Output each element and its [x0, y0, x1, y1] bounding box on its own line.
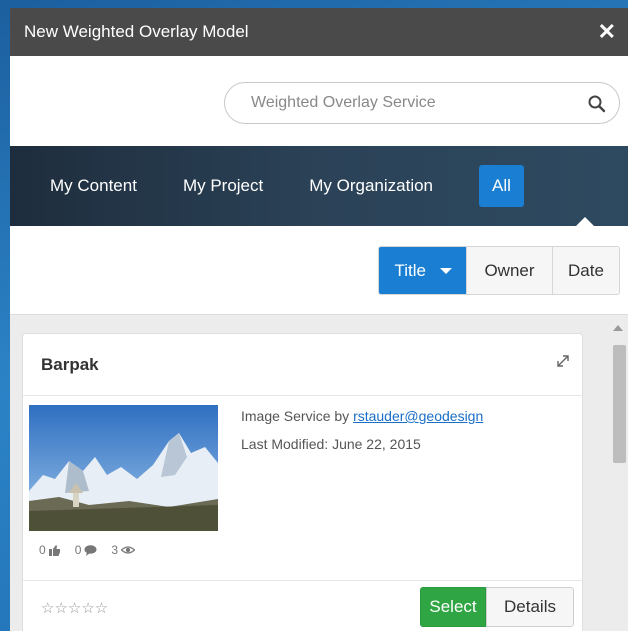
item-title: Barpak [41, 354, 99, 374]
expand-icon[interactable] [554, 352, 572, 370]
select-button[interactable]: Select [420, 587, 486, 627]
thumbs-up-icon [48, 544, 60, 556]
views-count: 3 [111, 543, 119, 557]
sort-title-button[interactable]: Title [378, 247, 466, 294]
eye-icon [121, 546, 136, 554]
item-type-line: Image Service by rstauder@geodesign [241, 408, 483, 424]
comments-count: 0 [74, 543, 82, 557]
list-item: Barpak Image Service by rstauder@geodesi… [22, 333, 583, 631]
active-tab-indicator [576, 217, 594, 226]
item-stats: 0 0 3 [39, 543, 149, 557]
close-icon[interactable]: ✕ [598, 21, 616, 43]
views-stat: 3 [111, 543, 136, 557]
content-scope-nav: My Content My Project My Organization Al… [10, 146, 628, 226]
tab-my-project[interactable]: My Project [183, 176, 263, 196]
card-header: Barpak [23, 334, 582, 396]
search-box[interactable] [224, 82, 620, 124]
chevron-down-icon[interactable] [440, 267, 452, 274]
sort-owner-button[interactable]: Owner [466, 247, 552, 294]
sort-button-group: Title Owner Date [377, 246, 620, 295]
details-button[interactable]: Details [486, 587, 574, 627]
likes-count: 0 [39, 543, 46, 557]
scroll-thumb[interactable] [613, 345, 626, 463]
dialog-titlebar: New Weighted Overlay Model ✕ [10, 8, 628, 56]
search-icon[interactable] [587, 94, 607, 114]
dialog-title: New Weighted Overlay Model [24, 22, 249, 41]
card-footer: ☆☆☆☆☆ Select Details [23, 580, 582, 631]
item-meta: Image Service by rstauder@geodesign Last… [241, 408, 483, 464]
item-type: Image Service by [241, 408, 350, 424]
sort-row: Title Owner Date [10, 226, 628, 314]
modified-date: June 22, 2015 [332, 436, 421, 452]
item-thumbnail[interactable] [29, 405, 218, 531]
star-rating-icons[interactable]: ☆☆☆☆☆ [41, 599, 108, 617]
comment-icon [84, 544, 97, 556]
scroll-up-icon[interactable] [613, 325, 623, 331]
tab-all[interactable]: All [479, 165, 524, 207]
results-list: Barpak Image Service by rstauder@geodesi… [10, 314, 628, 631]
search-input[interactable] [225, 94, 565, 112]
rating-stars[interactable]: ☆☆☆☆☆ [41, 599, 111, 617]
likes-stat: 0 [39, 543, 61, 557]
item-modified-line: Last Modified: June 22, 2015 [241, 436, 483, 452]
sort-date-button[interactable]: Date [552, 247, 619, 294]
tab-my-organization[interactable]: My Organization [309, 176, 433, 196]
tab-my-content[interactable]: My Content [50, 176, 137, 196]
weighted-overlay-dialog: New Weighted Overlay Model ✕ My Content … [10, 8, 628, 631]
comments-stat: 0 [75, 543, 98, 557]
vertical-scrollbar[interactable] [608, 315, 628, 631]
owner-link[interactable]: rstauder@geodesign [353, 408, 483, 424]
sort-title-label: Title [394, 260, 427, 280]
search-row [10, 56, 628, 146]
modified-label: Last Modified: [241, 436, 329, 452]
